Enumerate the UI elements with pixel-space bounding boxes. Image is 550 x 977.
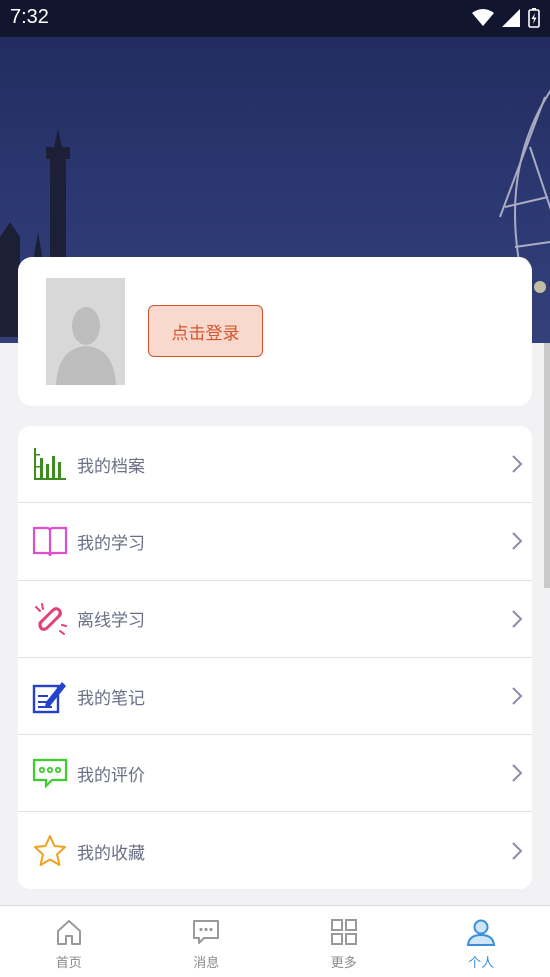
- menu-item-reviews[interactable]: 我的评价: [18, 735, 532, 813]
- bottom-tab-bar: 首页 消息 更多 个人: [0, 905, 550, 977]
- comment-bubble-icon: [32, 755, 68, 791]
- menu-list: 我的档案 我的学习 离线学习 我的笔记 我的评价 我的收藏: [18, 426, 532, 889]
- star-icon: [32, 833, 68, 869]
- menu-item-label: 离线学习: [77, 611, 145, 632]
- battery-icon: [528, 8, 540, 28]
- tab-label: 消息: [193, 956, 220, 971]
- disconnected-link-icon: [32, 601, 68, 637]
- menu-item-label: 我的评价: [77, 765, 145, 786]
- avatar[interactable]: [46, 278, 125, 385]
- tab-label: 首页: [55, 956, 82, 971]
- menu-item-label: 我的笔记: [77, 688, 145, 709]
- open-book-icon: [32, 523, 68, 559]
- scrollbar[interactable]: [544, 343, 550, 588]
- menu-item-offline-study[interactable]: 离线学习: [18, 581, 532, 658]
- chevron-right-icon: [512, 455, 523, 473]
- menu-item-favorites[interactable]: 我的收藏: [18, 812, 532, 889]
- menu-item-label: 我的收藏: [77, 843, 145, 864]
- menu-item-label: 我的学习: [77, 533, 145, 554]
- tab-more[interactable]: 更多: [275, 906, 413, 977]
- profile-card: 点击登录: [18, 257, 532, 406]
- bar-chart-icon: [32, 446, 68, 482]
- status-time: 7:32: [10, 6, 49, 28]
- menu-item-notes[interactable]: 我的笔记: [18, 658, 532, 736]
- chevron-right-icon: [512, 687, 523, 705]
- home-icon: [56, 920, 81, 945]
- tab-label: 个人: [468, 956, 495, 971]
- grid-icon: [330, 919, 357, 945]
- tab-home[interactable]: 首页: [0, 906, 138, 977]
- status-bar: 7:32: [0, 0, 550, 37]
- default-avatar-icon: [46, 278, 125, 385]
- tab-label: 更多: [330, 956, 357, 971]
- menu-item-study[interactable]: 我的学习: [18, 503, 532, 581]
- wifi-icon: [472, 9, 494, 26]
- menu-item-archive[interactable]: 我的档案: [18, 426, 532, 504]
- login-button[interactable]: 点击登录: [148, 305, 263, 357]
- tab-profile[interactable]: 个人: [413, 906, 550, 977]
- person-icon: [467, 919, 496, 946]
- chevron-right-icon: [512, 842, 523, 860]
- message-icon: [193, 920, 220, 944]
- chevron-right-icon: [512, 532, 523, 551]
- status-icons: [472, 8, 540, 28]
- chevron-right-icon: [512, 764, 523, 783]
- chevron-right-icon: [512, 610, 523, 628]
- menu-item-label: 我的档案: [77, 456, 145, 477]
- signal-icon: [502, 9, 520, 27]
- tab-messages[interactable]: 消息: [138, 906, 276, 977]
- note-pen-icon: [32, 678, 68, 714]
